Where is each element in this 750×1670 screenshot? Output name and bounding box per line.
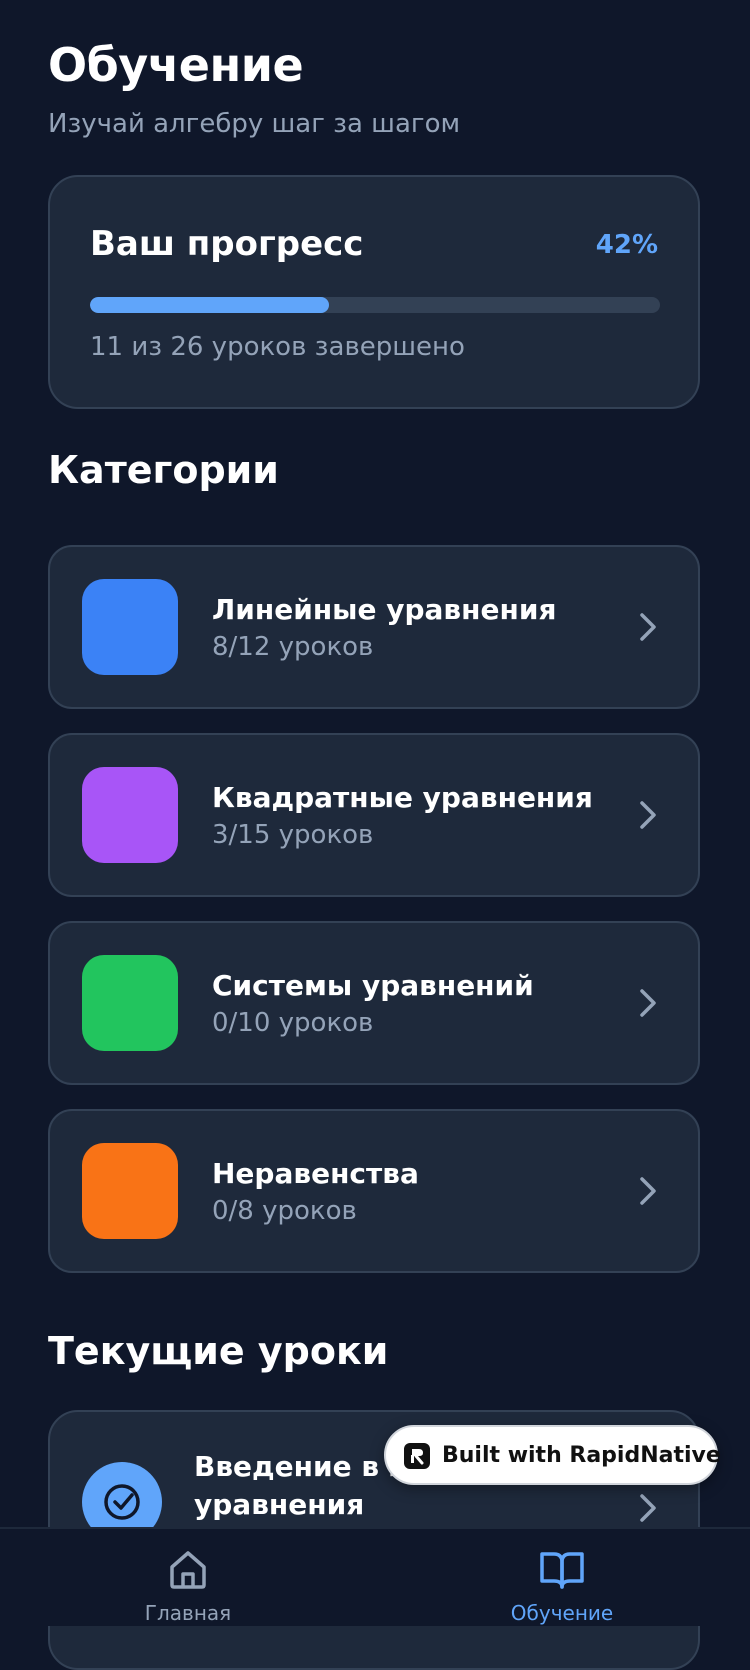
category-name: Линейные уравнения <box>212 593 557 626</box>
bottom-tab-bar: Главная Обучение <box>0 1527 750 1626</box>
category-color-icon <box>82 1143 178 1239</box>
tab-home[interactable]: Главная <box>88 1529 288 1626</box>
progress-title: Ваш прогресс <box>90 224 364 264</box>
chevron-right-icon <box>640 989 656 1017</box>
category-card-systems[interactable]: Системы уравнений 0/10 уроков <box>48 921 700 1085</box>
current-lessons-title: Текущие уроки <box>48 1329 389 1373</box>
book-open-icon <box>540 1552 584 1589</box>
progress-bar-fill <box>90 297 330 313</box>
category-card-linear[interactable]: Линейные уравнения 8/12 уроков <box>48 545 700 709</box>
built-with-badge[interactable]: Built with RapidNative <box>384 1425 721 1485</box>
home-icon <box>170 1551 206 1589</box>
category-name: Неравенства <box>212 1157 419 1190</box>
page-title: Обучение <box>48 38 304 92</box>
chevron-right-icon <box>640 1177 656 1205</box>
category-lesson-count: 0/8 уроков <box>212 1196 357 1226</box>
progress-caption: 11 из 26 уроков завершено <box>90 332 465 362</box>
category-name: Системы уравнений <box>212 969 534 1002</box>
page-subtitle: Изучай алгебру шаг за шагом <box>48 109 461 139</box>
tab-label: Обучение <box>510 1601 614 1625</box>
category-color-icon <box>82 955 178 1051</box>
category-card-inequalities[interactable]: Неравенства 0/8 уроков <box>48 1109 700 1273</box>
progress-card: Ваш прогресс 42% 11 из 26 уроков заверше… <box>48 175 700 409</box>
category-name: Квадратные уравнения <box>212 781 593 814</box>
categories-title: Категории <box>48 448 279 492</box>
badge-text: Built with RapidNative <box>442 1443 721 1468</box>
progress-bar <box>90 297 660 313</box>
category-lesson-count: 3/15 уроков <box>212 820 374 850</box>
category-lesson-count: 8/12 уроков <box>212 632 374 662</box>
learning-screen: Обучение Изучай алгебру шаг за шагом Ваш… <box>0 0 750 1670</box>
category-card-quadratic[interactable]: Квадратные уравнения 3/15 уроков <box>48 733 700 897</box>
category-color-icon <box>82 579 178 675</box>
category-lesson-count: 0/10 уроков <box>212 1008 374 1038</box>
tab-label: Главная <box>144 1601 232 1625</box>
chevron-right-icon <box>640 1494 656 1522</box>
category-color-icon <box>82 767 178 863</box>
chevron-right-icon <box>640 801 656 829</box>
tab-learning[interactable]: Обучение <box>462 1529 662 1626</box>
progress-percent: 42% <box>595 230 658 260</box>
chevron-right-icon <box>640 613 656 641</box>
rapidnative-logo-icon <box>404 1443 430 1469</box>
